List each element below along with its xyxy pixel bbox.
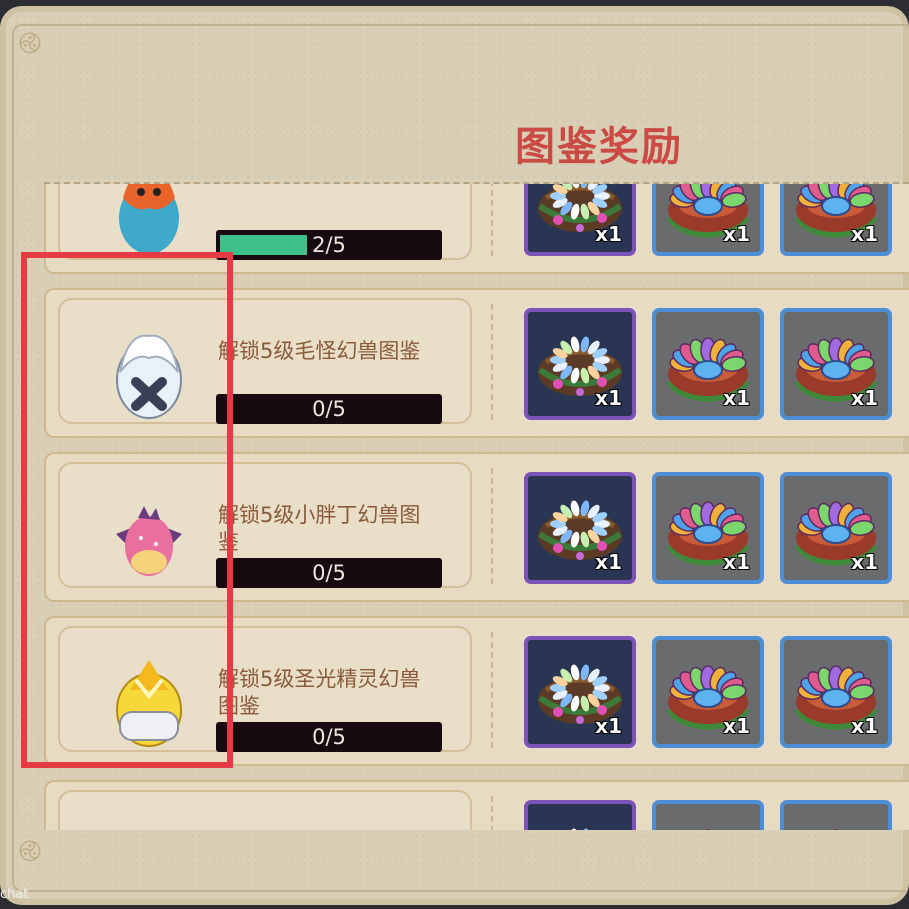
reward-quantity: x1 [723, 386, 750, 410]
progress-text: 0/5 [312, 561, 346, 585]
row-separator [491, 468, 493, 584]
rainbow-egg-nest-icon[interactable]: x1 [780, 636, 892, 748]
vine-nest-icon[interactable]: x1 [524, 184, 636, 256]
reward-quantity: x1 [851, 386, 878, 410]
progress-text: 2/5 [312, 233, 346, 257]
fire-fox-egg-icon [108, 184, 190, 258]
list-item: 解锁5级灵狐幻兽图 [44, 780, 909, 830]
reward-quantity: x1 [851, 550, 878, 574]
corner-ornament-icon: ࿋ [18, 834, 42, 869]
cyan-fox-egg-icon [108, 814, 190, 830]
row-separator [491, 184, 493, 256]
reward-list[interactable]: 鉴2/5 x1 x1 x1 解锁5级毛怪幻兽图鉴 0/5 x1 x1 [36, 184, 909, 830]
list-item: 解锁5级圣光精灵幻兽图鉴 0/5 x1 x1 x1 [44, 616, 909, 766]
progress-text: 0/5 [312, 725, 346, 749]
row-separator [491, 796, 493, 830]
rainbow-egg-nest-icon[interactable]: x1 [652, 308, 764, 420]
list-item: 解锁5级小胖丁幻兽图鉴 0/5 x1 x1 x1 [44, 452, 909, 602]
vine-nest-icon[interactable]: x1 [524, 308, 636, 420]
rainbow-egg-nest-icon[interactable]: x1 [780, 472, 892, 584]
collection-card: 鉴2/5 [58, 184, 472, 260]
rainbow-egg-nest-icon[interactable] [780, 800, 892, 830]
game-screen: ࿋ ࿋ 图鉴奖励 鉴2/5 x1 x1 x1 解锁5级毛怪幻兽图鉴 0/5 x1 [0, 0, 909, 909]
task-label: 解锁5级毛怪幻兽图鉴 [218, 339, 421, 363]
vine-nest-icon[interactable]: x1 [524, 636, 636, 748]
reward-quantity: x1 [723, 222, 750, 246]
vine-nest-icon[interactable]: x1 [524, 472, 636, 584]
row-separator [491, 632, 493, 748]
list-item: 解锁5级毛怪幻兽图鉴 0/5 x1 x1 x1 [44, 288, 909, 438]
reward-panel: ࿋ ࿋ 图鉴奖励 鉴2/5 x1 x1 x1 解锁5级毛怪幻兽图鉴 0/5 x1 [0, 6, 909, 905]
progress-bar: 2/5 [216, 230, 442, 260]
collection-card: 解锁5级灵狐幻兽图 [58, 790, 472, 830]
collection-card: 解锁5级毛怪幻兽图鉴 0/5 [58, 298, 472, 424]
reward-quantity: x1 [851, 222, 878, 246]
reward-quantity: x1 [851, 714, 878, 738]
task-label: 解锁5级小胖丁幻兽图鉴 [218, 503, 421, 554]
reward-quantity: x1 [723, 714, 750, 738]
progress-text: 0/5 [312, 397, 346, 421]
collection-card: 解锁5级小胖丁幻兽图鉴 0/5 [58, 462, 472, 588]
row-separator [491, 304, 493, 420]
golden-holy-egg-icon [108, 650, 190, 750]
white-fluffy-egg-icon [108, 322, 190, 422]
rainbow-egg-nest-icon[interactable]: x1 [780, 184, 892, 256]
rainbow-egg-nest-icon[interactable]: x1 [652, 636, 764, 748]
corner-ornament-icon: ࿋ [18, 26, 42, 61]
reward-quantity: x1 [595, 386, 622, 410]
pink-winged-egg-icon [108, 486, 190, 586]
vine-nest-icon[interactable] [524, 800, 636, 830]
reward-quantity: x1 [723, 550, 750, 574]
rainbow-egg-nest-icon[interactable]: x1 [780, 308, 892, 420]
list-item: 鉴2/5 x1 x1 x1 [44, 184, 909, 274]
collection-card: 解锁5级圣光精灵幻兽图鉴 0/5 [58, 626, 472, 752]
rainbow-egg-nest-icon[interactable]: x1 [652, 184, 764, 256]
progress-bar: 0/5 [216, 558, 442, 588]
progress-bar: 0/5 [216, 394, 442, 424]
chat-label[interactable]: chat [0, 887, 28, 902]
rainbow-egg-nest-icon[interactable]: x1 [652, 472, 764, 584]
panel-title: 图鉴奖励 [515, 124, 683, 170]
reward-quantity: x1 [595, 550, 622, 574]
task-label: 解锁5级圣光精灵幻兽图鉴 [218, 667, 421, 718]
reward-quantity: x1 [595, 714, 622, 738]
rainbow-egg-nest-icon[interactable] [652, 800, 764, 830]
reward-quantity: x1 [595, 222, 622, 246]
progress-bar: 0/5 [216, 722, 442, 752]
